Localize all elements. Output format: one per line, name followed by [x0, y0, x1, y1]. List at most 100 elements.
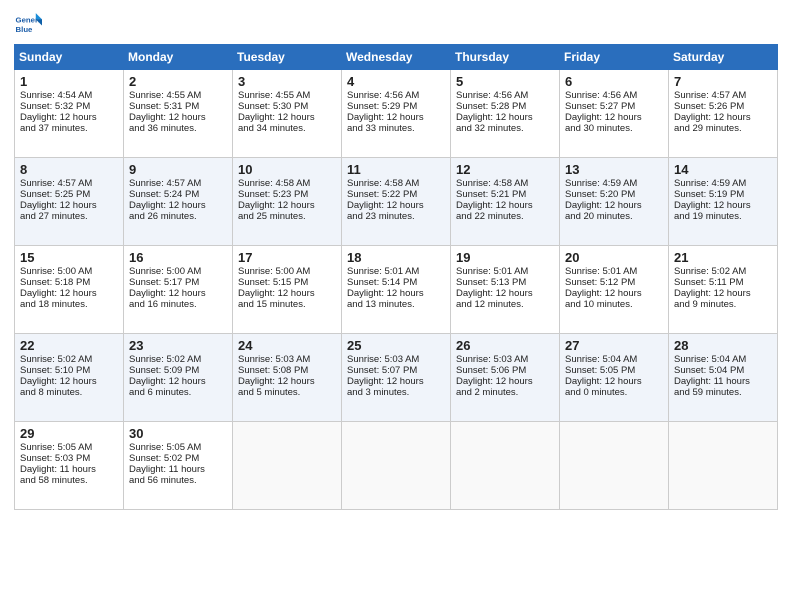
calendar-cell: 22Sunrise: 5:02 AMSunset: 5:10 PMDayligh…: [15, 334, 124, 422]
day-info: Sunset: 5:14 PM: [347, 277, 446, 288]
calendar-cell: 1Sunrise: 4:54 AMSunset: 5:32 PMDaylight…: [15, 70, 124, 158]
day-info: Daylight: 12 hours: [129, 112, 228, 123]
calendar-cell: 12Sunrise: 4:58 AMSunset: 5:21 PMDayligh…: [451, 158, 560, 246]
day-number: 1: [20, 74, 119, 89]
day-info: Sunrise: 4:58 AM: [456, 178, 555, 189]
day-info: Sunset: 5:24 PM: [129, 189, 228, 200]
day-header-sunday: Sunday: [15, 45, 124, 70]
day-info: Sunset: 5:03 PM: [20, 453, 119, 464]
day-info: and 3 minutes.: [347, 387, 446, 398]
day-info: and 58 minutes.: [20, 475, 119, 486]
day-info: Daylight: 12 hours: [238, 200, 337, 211]
day-info: and 27 minutes.: [20, 211, 119, 222]
day-info: and 32 minutes.: [456, 123, 555, 134]
day-header-wednesday: Wednesday: [342, 45, 451, 70]
day-number: 28: [674, 338, 773, 353]
calendar-cell: 30Sunrise: 5:05 AMSunset: 5:02 PMDayligh…: [124, 422, 233, 510]
calendar-cell: 3Sunrise: 4:55 AMSunset: 5:30 PMDaylight…: [233, 70, 342, 158]
day-info: Sunset: 5:25 PM: [20, 189, 119, 200]
day-info: Sunset: 5:06 PM: [456, 365, 555, 376]
day-number: 20: [565, 250, 664, 265]
day-info: Daylight: 12 hours: [674, 288, 773, 299]
day-number: 19: [456, 250, 555, 265]
day-info: Sunset: 5:04 PM: [674, 365, 773, 376]
day-info: Daylight: 12 hours: [20, 288, 119, 299]
day-info: and 12 minutes.: [456, 299, 555, 310]
week-row-5: 29Sunrise: 5:05 AMSunset: 5:03 PMDayligh…: [15, 422, 778, 510]
day-info: Sunset: 5:08 PM: [238, 365, 337, 376]
calendar-cell: 2Sunrise: 4:55 AMSunset: 5:31 PMDaylight…: [124, 70, 233, 158]
day-info: Daylight: 12 hours: [20, 112, 119, 123]
day-info: Sunset: 5:32 PM: [20, 101, 119, 112]
day-info: Daylight: 12 hours: [456, 200, 555, 211]
day-info: Sunrise: 5:02 AM: [20, 354, 119, 365]
day-number: 13: [565, 162, 664, 177]
day-info: Daylight: 12 hours: [129, 200, 228, 211]
day-info: Sunrise: 4:57 AM: [20, 178, 119, 189]
day-info: Daylight: 12 hours: [565, 112, 664, 123]
day-info: and 18 minutes.: [20, 299, 119, 310]
day-info: and 10 minutes.: [565, 299, 664, 310]
day-info: Sunset: 5:26 PM: [674, 101, 773, 112]
calendar-cell: 28Sunrise: 5:04 AMSunset: 5:04 PMDayligh…: [669, 334, 778, 422]
day-info: Sunrise: 4:59 AM: [565, 178, 664, 189]
calendar-cell: 5Sunrise: 4:56 AMSunset: 5:28 PMDaylight…: [451, 70, 560, 158]
day-info: Daylight: 12 hours: [456, 288, 555, 299]
day-info: Sunset: 5:15 PM: [238, 277, 337, 288]
day-info: Daylight: 12 hours: [347, 112, 446, 123]
calendar-cell: [342, 422, 451, 510]
day-info: Sunset: 5:18 PM: [20, 277, 119, 288]
calendar-cell: 9Sunrise: 4:57 AMSunset: 5:24 PMDaylight…: [124, 158, 233, 246]
day-info: Sunset: 5:10 PM: [20, 365, 119, 376]
day-info: and 59 minutes.: [674, 387, 773, 398]
day-info: Sunrise: 4:55 AM: [238, 90, 337, 101]
day-info: Sunrise: 5:04 AM: [565, 354, 664, 365]
day-number: 10: [238, 162, 337, 177]
day-info: and 20 minutes.: [565, 211, 664, 222]
day-info: Sunset: 5:21 PM: [456, 189, 555, 200]
day-info: Sunset: 5:29 PM: [347, 101, 446, 112]
day-info: Sunset: 5:22 PM: [347, 189, 446, 200]
calendar-cell: 23Sunrise: 5:02 AMSunset: 5:09 PMDayligh…: [124, 334, 233, 422]
day-number: 23: [129, 338, 228, 353]
day-info: and 19 minutes.: [674, 211, 773, 222]
day-info: Sunset: 5:13 PM: [456, 277, 555, 288]
day-number: 7: [674, 74, 773, 89]
day-info: and 16 minutes.: [129, 299, 228, 310]
day-info: Sunrise: 4:56 AM: [456, 90, 555, 101]
day-info: Sunset: 5:28 PM: [456, 101, 555, 112]
day-number: 25: [347, 338, 446, 353]
calendar-cell: 20Sunrise: 5:01 AMSunset: 5:12 PMDayligh…: [560, 246, 669, 334]
day-info: and 9 minutes.: [674, 299, 773, 310]
day-info: Sunset: 5:12 PM: [565, 277, 664, 288]
day-info: Sunrise: 4:56 AM: [347, 90, 446, 101]
calendar-cell: [669, 422, 778, 510]
day-info: Daylight: 12 hours: [238, 112, 337, 123]
calendar-cell: 6Sunrise: 4:56 AMSunset: 5:27 PMDaylight…: [560, 70, 669, 158]
day-info: Sunset: 5:09 PM: [129, 365, 228, 376]
day-number: 2: [129, 74, 228, 89]
calendar-cell: 4Sunrise: 4:56 AMSunset: 5:29 PMDaylight…: [342, 70, 451, 158]
day-info: Daylight: 12 hours: [129, 376, 228, 387]
day-info: Daylight: 12 hours: [674, 112, 773, 123]
day-info: Sunset: 5:31 PM: [129, 101, 228, 112]
day-info: Sunrise: 5:05 AM: [129, 442, 228, 453]
calendar-cell: 18Sunrise: 5:01 AMSunset: 5:14 PMDayligh…: [342, 246, 451, 334]
day-info: Sunrise: 4:57 AM: [674, 90, 773, 101]
day-info: and 36 minutes.: [129, 123, 228, 134]
day-info: Sunrise: 4:58 AM: [238, 178, 337, 189]
day-number: 15: [20, 250, 119, 265]
main-container: General Blue SundayMondayTuesdayWednesda…: [0, 0, 792, 518]
day-number: 4: [347, 74, 446, 89]
day-info: Sunrise: 4:57 AM: [129, 178, 228, 189]
day-info: Sunrise: 5:02 AM: [129, 354, 228, 365]
day-info: Sunset: 5:05 PM: [565, 365, 664, 376]
calendar-cell: 29Sunrise: 5:05 AMSunset: 5:03 PMDayligh…: [15, 422, 124, 510]
day-info: and 13 minutes.: [347, 299, 446, 310]
day-info: Daylight: 11 hours: [20, 464, 119, 475]
day-info: and 26 minutes.: [129, 211, 228, 222]
calendar-cell: 8Sunrise: 4:57 AMSunset: 5:25 PMDaylight…: [15, 158, 124, 246]
day-info: Daylight: 12 hours: [565, 288, 664, 299]
day-info: Daylight: 12 hours: [347, 288, 446, 299]
logo-icon: General Blue: [14, 10, 42, 38]
